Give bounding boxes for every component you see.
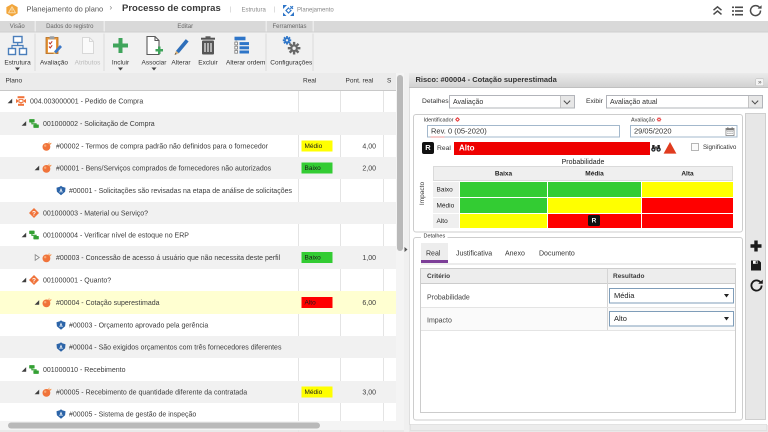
svg-text:?: ? bbox=[32, 277, 36, 284]
svg-text:?: ? bbox=[32, 210, 36, 217]
